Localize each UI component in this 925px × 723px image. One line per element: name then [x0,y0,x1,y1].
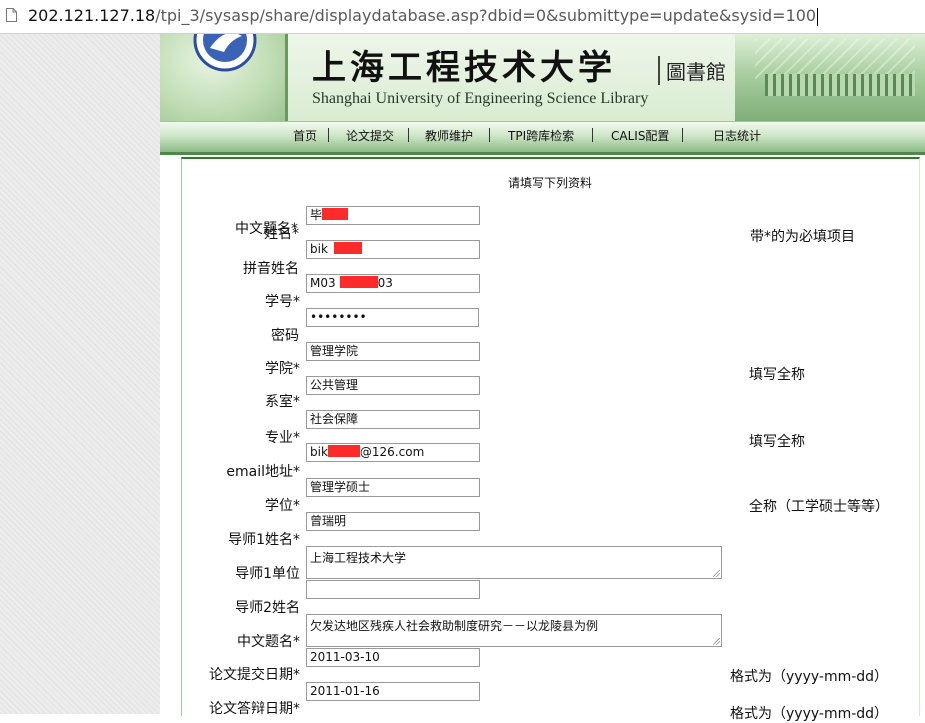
date-format-note: 格式为（yyyy-mm-dd） [730,669,889,685]
department-input[interactable]: 公共管理 [306,376,480,395]
nav-separator [408,128,409,142]
nav-separator [489,128,490,142]
banner-building-art [765,74,915,96]
degree-input[interactable]: 管理学硕士 [306,478,480,497]
name-input[interactable]: 毕 [306,206,480,225]
label-college: 学院* [265,361,300,377]
cn-title-textarea[interactable]: 欠发达地区残疾人社会救助制度研究－－以龙陵县为例 [306,614,722,647]
redaction-mark [333,242,362,254]
redaction-mark [322,208,349,220]
fullname-note-college: 填写全称 [749,367,805,383]
form-title: 请填写下列资料 [508,176,593,190]
major-input[interactable]: 社会保障 [306,410,480,429]
url-path: /tpi_3/sysasp/share/displaydatabase.asp?… [155,6,817,25]
degree-note: 全称（工学硕士等等） [749,499,889,515]
banner-arch-art [755,39,915,79]
url-host: 202.121.127.18 [28,6,156,25]
redaction-mark [327,445,360,457]
submit-date-input[interactable]: 2011-03-10 [306,648,480,667]
label-pinyin-name: 拼音姓名 [243,261,299,277]
nav-home[interactable]: 首页 [293,127,317,144]
advisor1-name-value: 曾瑞明 [310,514,347,528]
redaction-mark [339,276,378,288]
label-advisor1-name: 导师1姓名* [228,532,300,548]
main-nav: 首页 论文提交 教师维护 TPI跨库检索 CALIS配置 日志统计 [160,121,925,155]
email-suffix: @126.com [359,445,425,459]
student-id-suffix: 03 [377,276,393,290]
required-note: 带*的为必填项目 [750,229,855,245]
student-id-input[interactable]: M03 03 [306,274,480,293]
nav-log-stats[interactable]: 日志统计 [713,127,761,144]
college-value: 管理学院 [310,344,359,358]
department-value: 公共管理 [310,378,359,392]
text-caret [817,7,819,26]
label-email: email地址* [226,464,300,480]
label-advisor1-unit: 导师1单位 [235,566,300,582]
label-degree: 学位* [265,498,300,514]
fullname-note-major: 填写全称 [749,434,805,450]
label-password: 密码 [271,328,299,344]
nav-teacher-maintenance[interactable]: 教师维护 [425,127,473,144]
label-student-id: 学号* [265,294,300,310]
page-icon [6,8,17,22]
banner-cn-title: 上海工程技术大学 [312,48,616,88]
url-text[interactable]: 202.121.127.18/tpi_3/sysasp/share/displa… [28,5,819,27]
pinyin-name-input[interactable]: bik [306,240,480,259]
banner-library-tag: 圖書館 [658,56,726,85]
defense-date-value: 2011-01-16 [310,684,380,698]
university-logo-icon [193,34,257,72]
submit-date-value: 2011-03-10 [310,650,380,664]
date-format-note-2: 格式为（yyyy-mm-dd） [730,706,889,722]
resize-grip-icon[interactable] [713,638,720,645]
banner-right-art [735,34,925,121]
nav-calis-config[interactable]: CALIS配置 [611,127,669,144]
nav-separator [592,128,593,142]
nav-separator [328,128,329,142]
label-submit-date: 论文提交日期* [209,667,300,683]
cn-title-value: 欠发达地区残疾人社会救助制度研究－－以龙陵县为例 [310,619,599,633]
college-input[interactable]: 管理学院 [306,342,480,361]
label-advisor2-name: 导师2姓名 [235,600,300,616]
nav-tpi-search[interactable]: TPI跨库检索 [508,127,574,144]
email-input[interactable]: bik @126.com [306,443,480,462]
advisor1-unit-textarea[interactable]: 上海工程技术大学 [306,546,722,579]
advisor1-unit-value: 上海工程技术大学 [310,551,407,565]
label-department: 系室* [265,394,300,410]
address-bar[interactable]: 202.121.127.18/tpi_3/sysasp/share/displa… [0,0,925,34]
advisor2-name-input[interactable] [306,580,480,599]
label-name: 姓名* [264,226,299,242]
student-id-prefix: M03 [310,276,336,290]
label-major: 专业* [265,430,300,446]
label-cn-title: 中文题名* [237,634,300,650]
advisor1-name-input[interactable]: 曾瑞明 [306,512,480,531]
major-value: 社会保障 [310,412,359,426]
email-prefix: bik [310,445,328,459]
nav-submit-thesis[interactable]: 论文提交 [346,127,394,144]
pinyin-name-value: bik [310,242,328,256]
nav-separator [682,128,683,142]
library-banner: 上海工程技术大学 圖書館 Shanghai University of Engi… [160,34,925,121]
password-value: •••••••• [310,310,367,324]
degree-value: 管理学硕士 [310,480,371,494]
label-defense-date: 论文答辩日期* [209,701,300,717]
resize-grip-icon[interactable] [713,570,720,577]
name-value: 毕 [310,208,323,222]
password-input[interactable]: •••••••• [306,308,479,327]
defense-date-input[interactable]: 2011-01-16 [306,682,480,701]
banner-en-title: Shanghai University of Engineering Scien… [312,90,649,107]
